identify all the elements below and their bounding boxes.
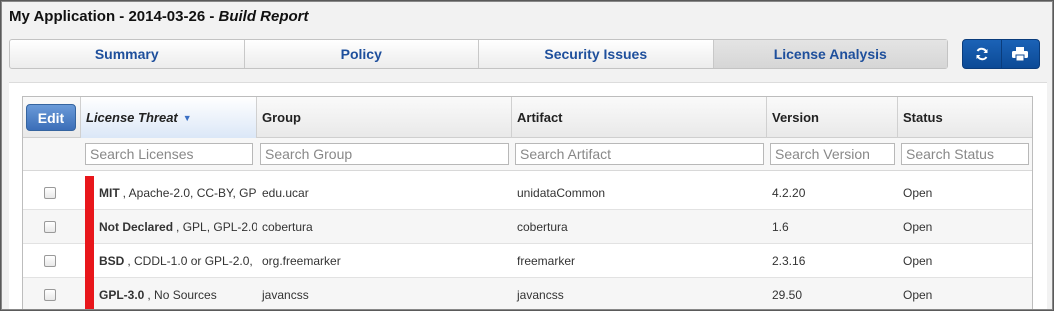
edit-button[interactable]: Edit bbox=[26, 104, 76, 131]
license-grid: Edit License Threat ▼ Group Artifact Ver… bbox=[22, 96, 1033, 309]
threat-level-indicator bbox=[85, 176, 94, 210]
app-window: My Application - 2014-03-26 - Build Repo… bbox=[1, 1, 1053, 310]
tab-security-issues[interactable]: Security Issues bbox=[479, 40, 714, 68]
license-cell: BSD, CDDL-1.0 or GPL-2.0, bbox=[94, 244, 257, 278]
page-title: My Application - 2014-03-26 - Build Repo… bbox=[9, 8, 309, 25]
header-edit-cell: Edit bbox=[23, 97, 81, 138]
threat-level-indicator bbox=[85, 210, 94, 244]
status-cell: Open bbox=[903, 220, 933, 234]
license-main: BSD bbox=[99, 254, 125, 268]
search-version-input[interactable] bbox=[770, 143, 895, 165]
header-group[interactable]: Group bbox=[257, 97, 512, 138]
group-cell: edu.ucar bbox=[262, 186, 309, 200]
row-checkbox[interactable] bbox=[44, 221, 56, 233]
header-artifact[interactable]: Artifact bbox=[512, 97, 767, 138]
artifact-cell: unidataCommon bbox=[517, 186, 606, 200]
title-report-name: Build Report bbox=[218, 8, 309, 25]
license-others: , Apache-2.0, CC-BY, GP bbox=[122, 186, 257, 200]
tab-license-analysis[interactable]: License Analysis bbox=[713, 40, 947, 68]
status-cell: Open bbox=[903, 186, 933, 200]
tab-policy[interactable]: Policy bbox=[245, 40, 479, 68]
group-cell: org.freemarker bbox=[262, 254, 341, 268]
sort-desc-icon: ▼ bbox=[182, 112, 192, 123]
license-analysis-panel: Edit License Threat ▼ Group Artifact Ver… bbox=[9, 82, 1047, 309]
table-row[interactable]: GPL-3.0, No Sources javancss javancss 29… bbox=[23, 278, 1032, 309]
group-cell: cobertura bbox=[262, 220, 313, 234]
license-others: , CDDL-1.0 or GPL-2.0, bbox=[127, 254, 253, 268]
artifact-cell: cobertura bbox=[517, 220, 568, 234]
row-checkbox[interactable] bbox=[44, 187, 56, 199]
row-checkbox[interactable] bbox=[44, 289, 56, 301]
header-license-label: License Threat bbox=[86, 110, 178, 125]
threat-level-indicator bbox=[85, 244, 94, 278]
table-row[interactable]: MIT, Apache-2.0, CC-BY, GP edu.ucar unid… bbox=[23, 176, 1032, 210]
status-cell: Open bbox=[903, 254, 933, 268]
search-artifact-input[interactable] bbox=[515, 143, 764, 165]
title-text: My Application - 2014-03-26 - bbox=[9, 8, 219, 25]
license-cell: Not Declared, GPL, GPL-2.0 bbox=[94, 210, 257, 244]
toolbar-buttons bbox=[962, 39, 1040, 69]
header-status[interactable]: Status bbox=[898, 97, 1034, 138]
table-row[interactable]: BSD, CDDL-1.0 or GPL-2.0, org.freemarker… bbox=[23, 244, 1032, 278]
search-status-input[interactable] bbox=[901, 143, 1029, 165]
tab-bar: Summary Policy Security Issues License A… bbox=[9, 39, 948, 69]
license-cell: MIT, Apache-2.0, CC-BY, GP bbox=[94, 176, 257, 210]
group-cell: javancss bbox=[262, 288, 309, 302]
tab-summary[interactable]: Summary bbox=[10, 40, 245, 68]
filter-row bbox=[23, 138, 1032, 171]
grid-header: Edit License Threat ▼ Group Artifact Ver… bbox=[23, 97, 1032, 138]
header-license-threat[interactable]: License Threat ▼ bbox=[81, 97, 257, 138]
refresh-icon bbox=[976, 47, 988, 61]
header-version[interactable]: Version bbox=[767, 97, 898, 138]
artifact-cell: freemarker bbox=[517, 254, 576, 268]
search-licenses-input[interactable] bbox=[85, 143, 253, 165]
row-checkbox[interactable] bbox=[44, 255, 56, 267]
license-main: MIT bbox=[99, 186, 120, 200]
license-main: GPL-3.0 bbox=[99, 288, 145, 302]
version-cell: 4.2.20 bbox=[772, 186, 806, 200]
version-cell: 2.3.16 bbox=[772, 254, 806, 268]
print-icon bbox=[1012, 47, 1029, 61]
version-cell: 1.6 bbox=[772, 220, 789, 234]
version-cell: 29.50 bbox=[772, 288, 803, 302]
license-others: , No Sources bbox=[147, 288, 217, 302]
threat-level-indicator bbox=[85, 278, 94, 309]
search-group-input[interactable] bbox=[260, 143, 509, 165]
license-main: Not Declared bbox=[99, 220, 174, 234]
print-button[interactable] bbox=[1000, 40, 1040, 68]
license-others: , GPL, GPL-2.0 bbox=[176, 220, 257, 234]
license-cell: GPL-3.0, No Sources bbox=[94, 278, 257, 309]
artifact-cell: javancss bbox=[517, 288, 564, 302]
table-row[interactable]: Not Declared, GPL, GPL-2.0 cobertura cob… bbox=[23, 210, 1032, 244]
status-cell: Open bbox=[903, 288, 933, 302]
refresh-button[interactable] bbox=[963, 40, 1001, 68]
